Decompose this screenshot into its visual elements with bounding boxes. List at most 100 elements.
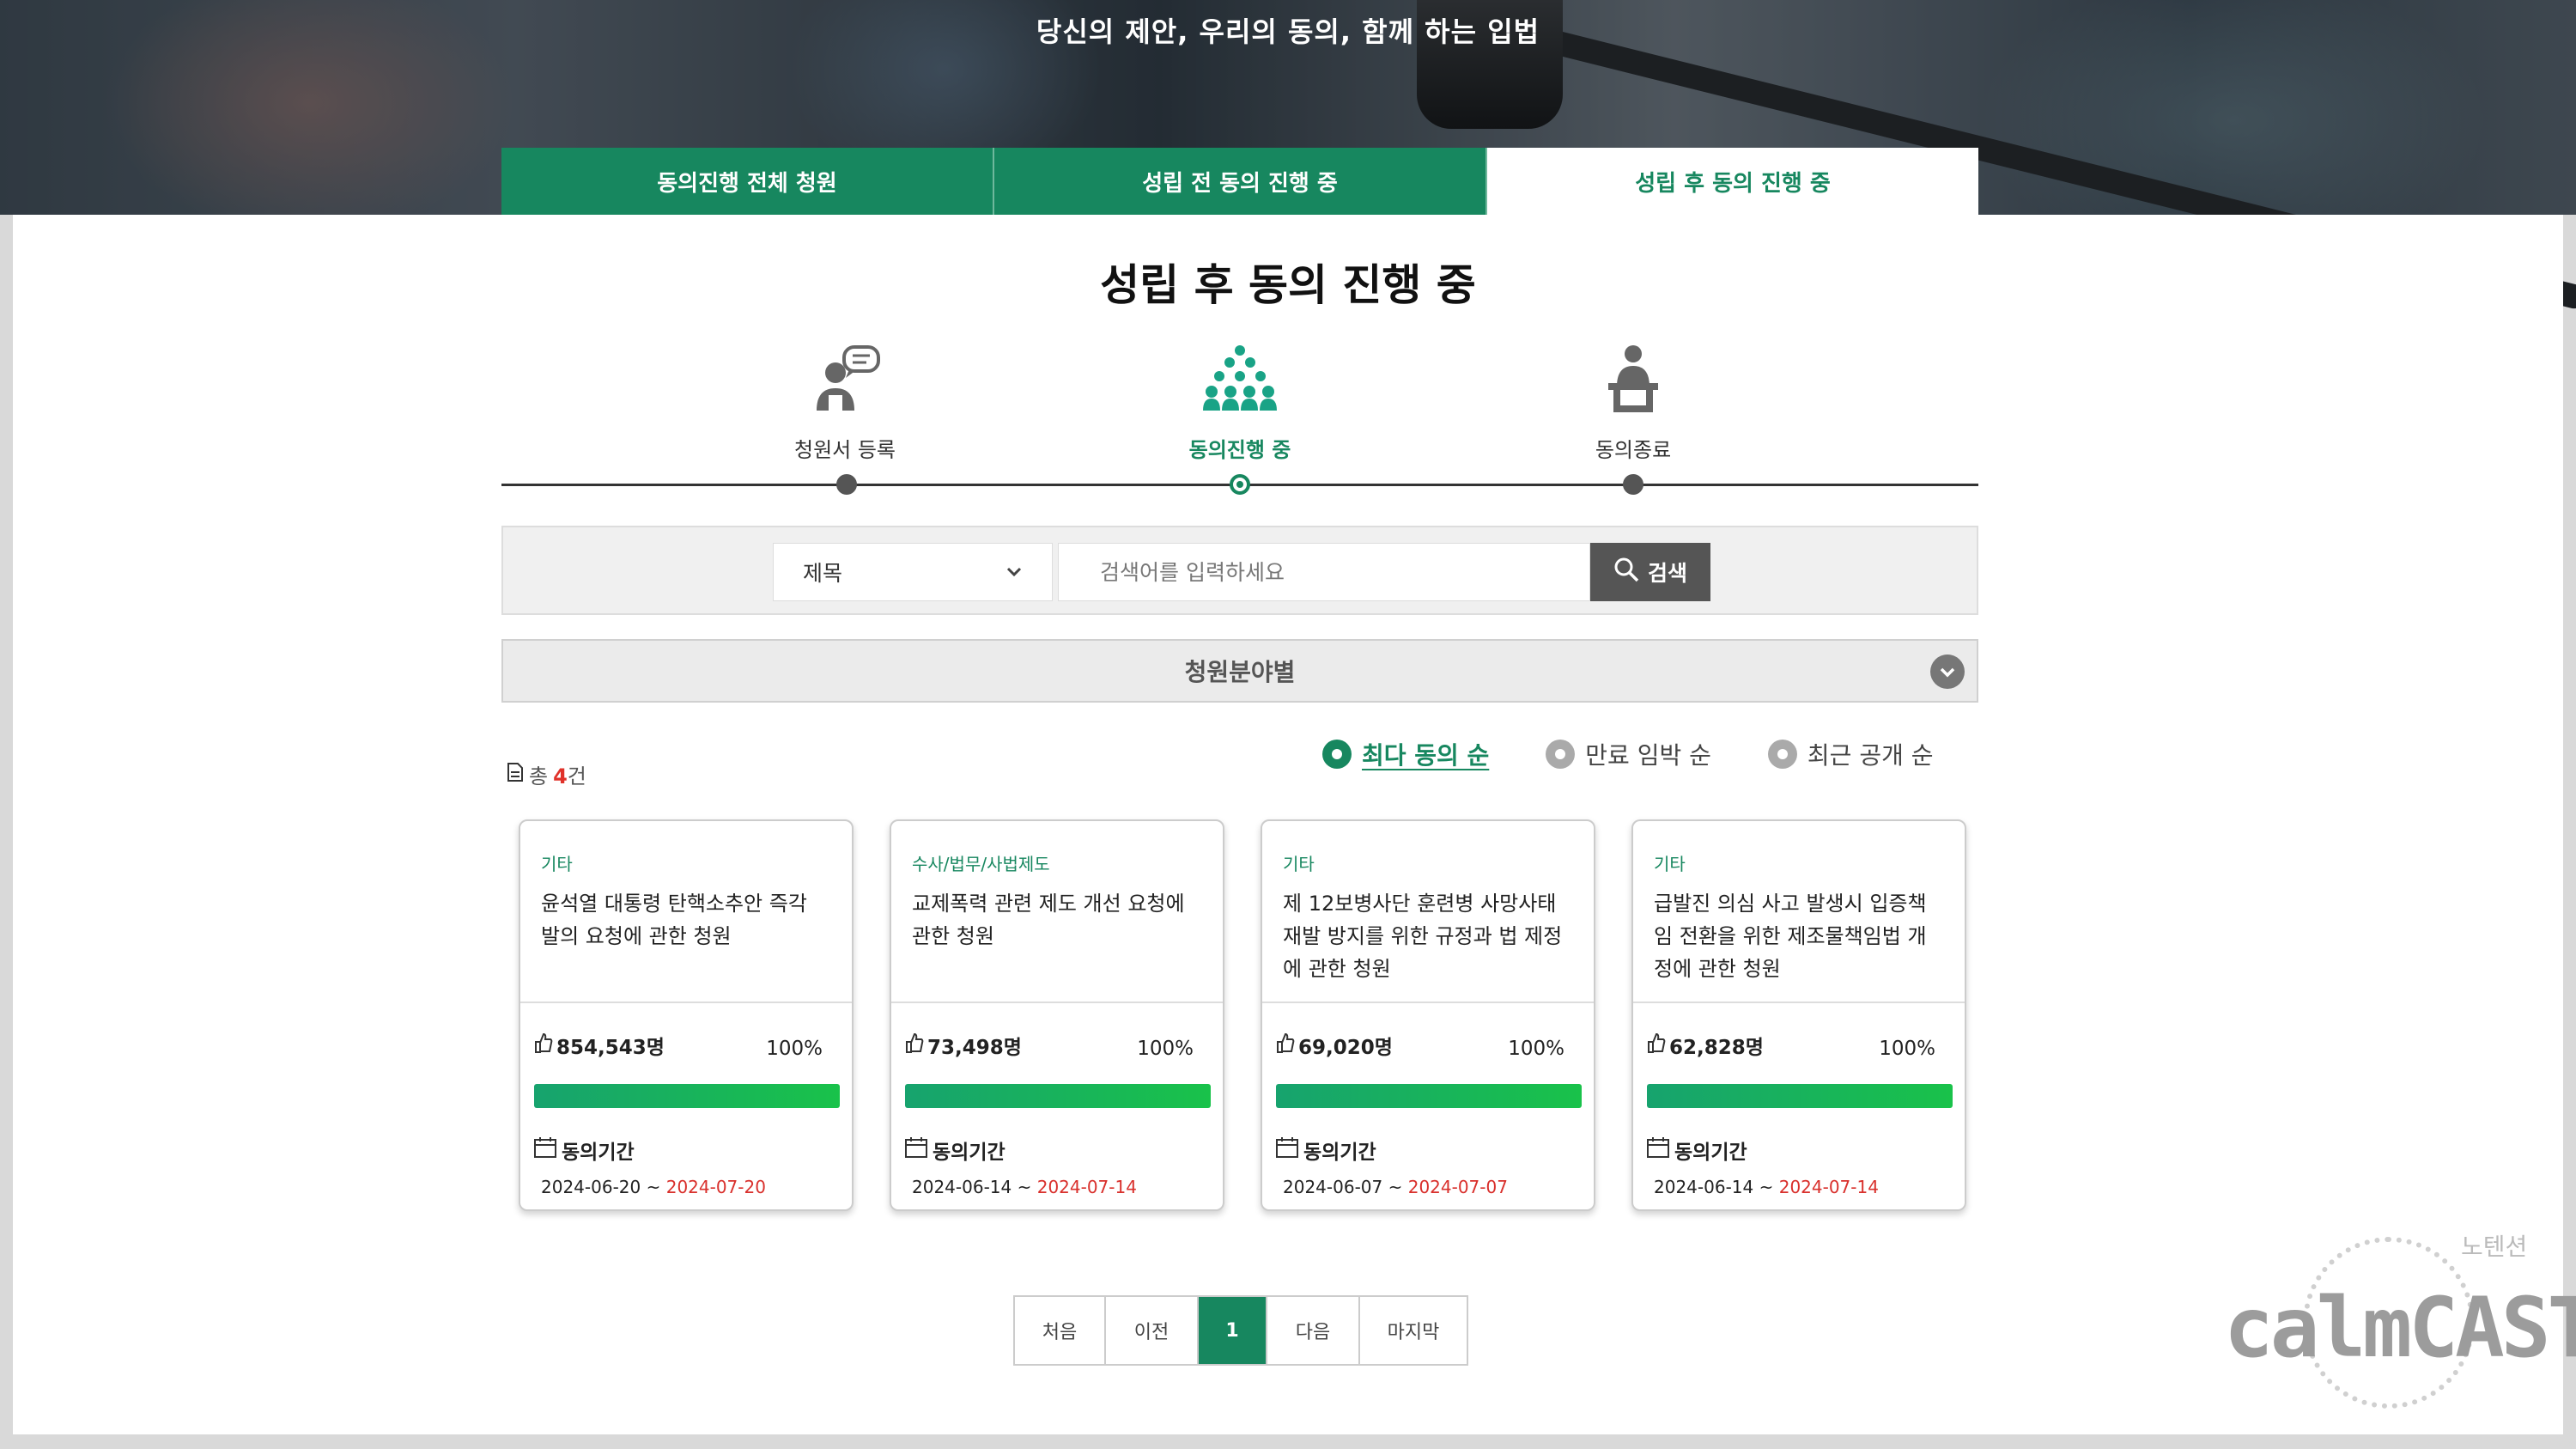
card-dates: 2024-06-20 ~ 2024-07-20 bbox=[541, 1177, 766, 1197]
card-period: 동의기간 bbox=[1647, 1135, 1747, 1165]
tab-before-establishment[interactable]: 성립 전 동의 진행 중 bbox=[994, 148, 1487, 215]
card-start-date: 2024-06-07 bbox=[1283, 1177, 1383, 1197]
search-box: 제목 검색 bbox=[501, 526, 1978, 615]
card-agree-count: 854,543명 bbox=[534, 1031, 665, 1060]
document-icon bbox=[507, 762, 524, 788]
card-title[interactable]: 윤석열 대통령 탄핵소추안 즉각 발의 요청에 관한 청원 bbox=[541, 887, 831, 953]
petition-card-list: 기타 윤석열 대통령 탄핵소추안 즉각 발의 요청에 관한 청원 854,543… bbox=[519, 819, 1966, 1211]
petition-card[interactable]: 기타 윤석열 대통령 탄핵소추안 즉각 발의 요청에 관한 청원 854,543… bbox=[519, 819, 854, 1211]
total-count: 총 4건 bbox=[507, 759, 586, 789]
step-register: 청원서 등록 bbox=[742, 344, 948, 463]
sort-options: 최다 동의 순 만료 임박 순 최근 공개 순 bbox=[1322, 737, 1934, 771]
card-dates: 2024-06-07 ~ 2024-07-07 bbox=[1283, 1177, 1508, 1197]
card-count-value: 69,020명 bbox=[1298, 1037, 1393, 1059]
step-dot-closed bbox=[1623, 474, 1643, 495]
page-number-current[interactable]: 1 bbox=[1199, 1297, 1267, 1364]
petition-card[interactable]: 수사/법무/사법제도 교제폭력 관련 제도 개선 요청에 관한 청원 73,49… bbox=[890, 819, 1224, 1211]
progress-bar-fill bbox=[534, 1084, 840, 1108]
calendar-icon bbox=[1276, 1137, 1298, 1163]
search-field-selected: 제목 bbox=[803, 561, 843, 586]
category-filter[interactable]: 청원분야별 bbox=[501, 639, 1978, 703]
card-header: 기타 급발진 의심 사고 발생시 입증책임 전환을 위한 제조물책임법 개정에 … bbox=[1633, 821, 1965, 1003]
watermark-sub: 노텐션 bbox=[2461, 1233, 2528, 1261]
card-title[interactable]: 교제폭력 관련 제도 개선 요청에 관한 청원 bbox=[912, 887, 1202, 953]
card-end-date: 2024-07-07 bbox=[1407, 1177, 1508, 1197]
calendar-icon bbox=[534, 1137, 556, 1163]
page-last-button[interactable]: 마지막 bbox=[1360, 1297, 1467, 1364]
card-category: 기타 bbox=[1283, 854, 1315, 874]
card-header: 기타 윤석열 대통령 탄핵소추안 즉각 발의 요청에 관한 청원 bbox=[520, 821, 852, 1003]
hero-title: 당신의 제안, 우리의 동의, 함께 하는 입법 bbox=[1036, 15, 1540, 48]
progress-bar bbox=[1647, 1084, 1953, 1108]
petition-card[interactable]: 기타 제 12보병사단 훈련병 사망사태 재발 방지를 위한 규정과 법 제정에… bbox=[1261, 819, 1595, 1211]
calendar-icon bbox=[1647, 1137, 1669, 1163]
step-label-register: 청원서 등록 bbox=[793, 438, 896, 462]
petition-card[interactable]: 기타 급발진 의심 사고 발생시 입증책임 전환을 위한 제조물책임법 개정에 … bbox=[1631, 819, 1966, 1211]
card-start-date: 2024-06-14 bbox=[912, 1177, 1012, 1197]
card-title[interactable]: 제 12보병사단 훈련병 사망사태 재발 방지를 위한 규정과 법 제정에 관한… bbox=[1283, 887, 1573, 985]
card-period-label: 동의기간 bbox=[562, 1142, 635, 1164]
card-agree-count: 73,498명 bbox=[905, 1031, 1022, 1060]
card-period: 동의기간 bbox=[905, 1135, 1005, 1165]
category-filter-label: 청원분야별 bbox=[1184, 658, 1296, 686]
card-period: 동의기간 bbox=[1276, 1135, 1376, 1165]
card-category: 기타 bbox=[1654, 854, 1686, 874]
thumbs-up-icon bbox=[534, 1032, 553, 1059]
search-icon bbox=[1613, 557, 1639, 588]
progress-bar-fill bbox=[1276, 1084, 1582, 1108]
total-number: 4 bbox=[553, 764, 568, 788]
tab-after-establishment[interactable]: 성립 후 동의 진행 중 bbox=[1487, 148, 1978, 215]
card-dates: 2024-06-14 ~ 2024-07-14 bbox=[1654, 1177, 1879, 1197]
step-dot-in-progress bbox=[1230, 474, 1250, 495]
step-label-in-progress: 동의진행 중 bbox=[1188, 438, 1291, 462]
card-count-value: 62,828명 bbox=[1669, 1037, 1764, 1059]
search-field-select[interactable]: 제목 bbox=[773, 543, 1053, 601]
progress-bar bbox=[1276, 1084, 1582, 1108]
sort-label: 최근 공개 순 bbox=[1807, 741, 1934, 770]
search-button-label: 검색 bbox=[1647, 561, 1687, 586]
progress-bar bbox=[534, 1084, 840, 1108]
card-period-label: 동의기간 bbox=[1303, 1142, 1376, 1164]
sort-recent[interactable]: 최근 공개 순 bbox=[1767, 737, 1934, 771]
progress-bar-fill bbox=[1647, 1084, 1953, 1108]
tab-all-petitions[interactable]: 동의진행 전체 청원 bbox=[501, 148, 994, 215]
radio-icon bbox=[1546, 740, 1576, 769]
card-header: 기타 제 12보병사단 훈련병 사망사태 재발 방지를 위한 규정과 법 제정에… bbox=[1262, 821, 1594, 1003]
thumbs-up-icon bbox=[1276, 1032, 1295, 1059]
card-category: 기타 bbox=[541, 854, 573, 874]
radio-icon bbox=[1322, 740, 1352, 769]
page-next-button[interactable]: 다음 bbox=[1267, 1297, 1360, 1364]
search-input[interactable] bbox=[1058, 543, 1590, 601]
chevron-down-icon bbox=[1930, 654, 1965, 689]
sort-label: 만료 임박 순 bbox=[1585, 741, 1711, 770]
progress-bar-fill bbox=[905, 1084, 1211, 1108]
sort-expiring[interactable]: 만료 임박 순 bbox=[1546, 737, 1711, 771]
card-agree-count: 62,828명 bbox=[1647, 1031, 1764, 1060]
page-first-button[interactable]: 처음 bbox=[1015, 1297, 1106, 1364]
tab-bar: 동의진행 전체 청원 성립 전 동의 진행 중 성립 후 동의 진행 중 bbox=[501, 148, 1978, 215]
card-start-date: 2024-06-14 bbox=[1654, 1177, 1754, 1197]
step-dot-register bbox=[836, 474, 857, 495]
page-title: 성립 후 동의 진행 중 bbox=[1100, 260, 1476, 310]
sort-label: 최다 동의 순 bbox=[1362, 741, 1490, 770]
search-button[interactable]: 검색 bbox=[1590, 543, 1710, 601]
card-period: 동의기간 bbox=[534, 1135, 635, 1165]
card-period-label: 동의기간 bbox=[933, 1142, 1005, 1164]
step-closed: 동의종료 bbox=[1530, 344, 1736, 463]
card-agree-count: 69,020명 bbox=[1276, 1031, 1393, 1060]
sort-most-agreed[interactable]: 최다 동의 순 bbox=[1322, 737, 1489, 771]
page-prev-button[interactable]: 이전 bbox=[1106, 1297, 1199, 1364]
calendar-icon bbox=[905, 1137, 927, 1163]
step-label-closed: 동의종료 bbox=[1595, 438, 1672, 462]
card-percent: 100% bbox=[1137, 1038, 1194, 1060]
card-percent: 100% bbox=[1508, 1038, 1564, 1060]
card-percent: 100% bbox=[766, 1038, 823, 1060]
total-prefix: 총 bbox=[529, 764, 549, 788]
chevron-down-icon bbox=[1005, 561, 1023, 578]
podium-person-icon bbox=[1595, 344, 1672, 412]
pagination: 처음 이전 1 다음 마지막 bbox=[1013, 1295, 1468, 1366]
thumbs-up-icon bbox=[905, 1032, 924, 1059]
speech-person-icon bbox=[806, 344, 884, 412]
card-count-value: 73,498명 bbox=[927, 1037, 1022, 1059]
card-title[interactable]: 급발진 의심 사고 발생시 입증책임 전환을 위한 제조물책임법 개정에 관한 … bbox=[1654, 887, 1944, 985]
